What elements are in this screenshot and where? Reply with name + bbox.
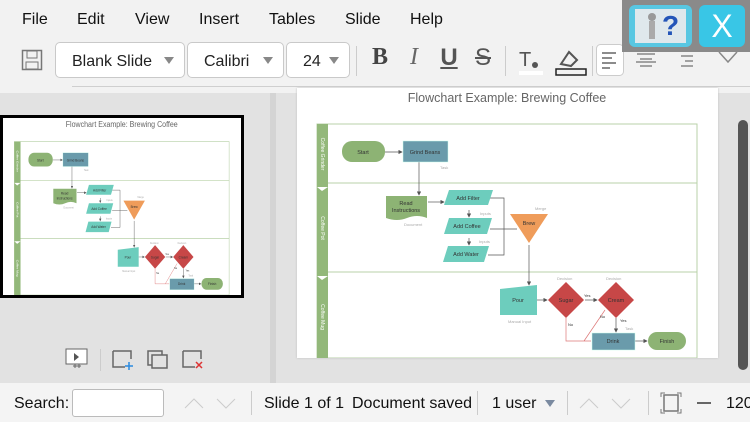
menu-tables[interactable]: Tables <box>269 11 315 29</box>
lane-label: Coffee Pot <box>319 216 325 240</box>
add-slide-icon[interactable] <box>110 348 136 372</box>
thumbnail-preview <box>3 118 241 295</box>
layout-select[interactable]: Blank Slide <box>55 42 185 78</box>
chevron-down-icon[interactable] <box>611 398 631 409</box>
shape-label: Drink <box>607 339 620 345</box>
font-value: Calibri <box>204 53 250 70</box>
layout-value: Blank Slide <box>72 53 153 70</box>
save-icon[interactable] <box>21 49 43 71</box>
shape-note: Inputs <box>480 211 491 216</box>
shape-label: Add Coffee <box>453 224 480 230</box>
delete-slide-icon[interactable] <box>180 348 206 372</box>
edge-label: Yes <box>620 318 627 323</box>
zoom-level: 120 <box>726 395 750 412</box>
save-status: Document saved <box>352 395 473 412</box>
shape-note: Inputs <box>479 239 490 244</box>
svg-text:T: T <box>519 49 531 71</box>
search-input[interactable] <box>72 389 164 417</box>
lane-label: Coffee Grinder <box>319 138 325 171</box>
duplicate-slide-icon[interactable] <box>145 348 171 372</box>
shape-label: Add Filter <box>456 196 480 202</box>
shape-label: Add Water <box>453 252 479 258</box>
strikethrough-button[interactable]: S <box>469 44 497 76</box>
help-overlay: ? X <box>622 0 750 52</box>
menu-slide[interactable]: Slide <box>345 11 381 29</box>
shape-note: Decision <box>606 276 621 281</box>
present-icon[interactable] <box>64 347 90 371</box>
font-size-value: 24 <box>303 53 321 70</box>
chevron-down-icon[interactable] <box>545 400 555 407</box>
help-icon: ? <box>662 10 680 41</box>
slide-title: Flowchart Example: Brewing Coffee <box>408 91 607 105</box>
menu-edit[interactable]: Edit <box>77 11 105 29</box>
flowchart: Flowchart Example: Brewing Coffee Coffee… <box>297 88 718 359</box>
menu-insert[interactable]: Insert <box>199 11 239 29</box>
status-bar: Search: Slide 1 of 1 Document saved 1 us… <box>0 383 750 422</box>
user-nav <box>579 398 631 409</box>
text-color-icon[interactable]: T <box>517 46 547 76</box>
shape-label: Finish <box>660 339 675 345</box>
vertical-scrollbar[interactable] <box>738 120 748 370</box>
menu-help[interactable]: Help <box>410 11 443 29</box>
help-button[interactable]: ? <box>629 5 692 47</box>
chevron-down-icon <box>263 57 273 64</box>
chevron-down-icon <box>164 57 174 64</box>
chevron-up-icon[interactable] <box>184 398 204 409</box>
zoom-out-button[interactable] <box>697 402 711 404</box>
shape-note: Merge <box>535 206 547 211</box>
close-button[interactable]: X <box>699 5 745 47</box>
slide-counter: Slide 1 of 1 <box>264 395 345 412</box>
shape-note: Task <box>625 326 633 331</box>
fit-screen-icon[interactable] <box>659 391 683 415</box>
chevron-up-icon[interactable] <box>579 398 599 409</box>
shape-label: Brew <box>523 221 536 227</box>
shape-label: Grind Beans <box>410 150 441 156</box>
edge-label: Yes <box>584 293 591 298</box>
shape-label: Read <box>399 201 412 207</box>
menu-view[interactable]: View <box>135 11 169 29</box>
close-icon: X <box>711 8 733 44</box>
shape-label: Start <box>357 150 369 156</box>
shape-label: Cream <box>608 298 625 304</box>
underline-button[interactable]: U <box>435 44 463 76</box>
shape-label: Sugar <box>559 298 574 304</box>
menu-file[interactable]: File <box>22 11 48 29</box>
edge-label: No <box>600 314 606 319</box>
edge-label: No <box>568 322 574 327</box>
shape-label: Instructions <box>392 208 420 214</box>
slide-canvas[interactable]: Flowchart Example: Brewing Coffee Coffee… <box>297 88 718 359</box>
lane-label: Coffee Mug <box>319 304 325 330</box>
search-label: Search: <box>14 395 70 412</box>
shape-note: Decision <box>557 276 572 281</box>
shape-note: Manual Input <box>508 319 532 324</box>
bold-button[interactable]: B <box>366 44 394 76</box>
chevron-down-icon[interactable] <box>216 398 236 409</box>
shape-label: Pour <box>512 298 524 304</box>
help-person-icon <box>635 9 686 43</box>
fill-color-icon[interactable] <box>553 46 587 76</box>
font-select[interactable]: Calibri <box>187 42 284 78</box>
slide-thumbnail-1[interactable] <box>0 115 244 298</box>
users-dropdown[interactable]: 1 user <box>492 395 536 413</box>
italic-button[interactable]: I <box>400 44 428 76</box>
shape-note: Task <box>440 165 448 170</box>
chevron-down-icon <box>329 57 339 64</box>
font-size-select[interactable]: 24 <box>286 42 350 78</box>
search-nav <box>184 398 236 409</box>
shape-note: Document <box>404 222 423 227</box>
